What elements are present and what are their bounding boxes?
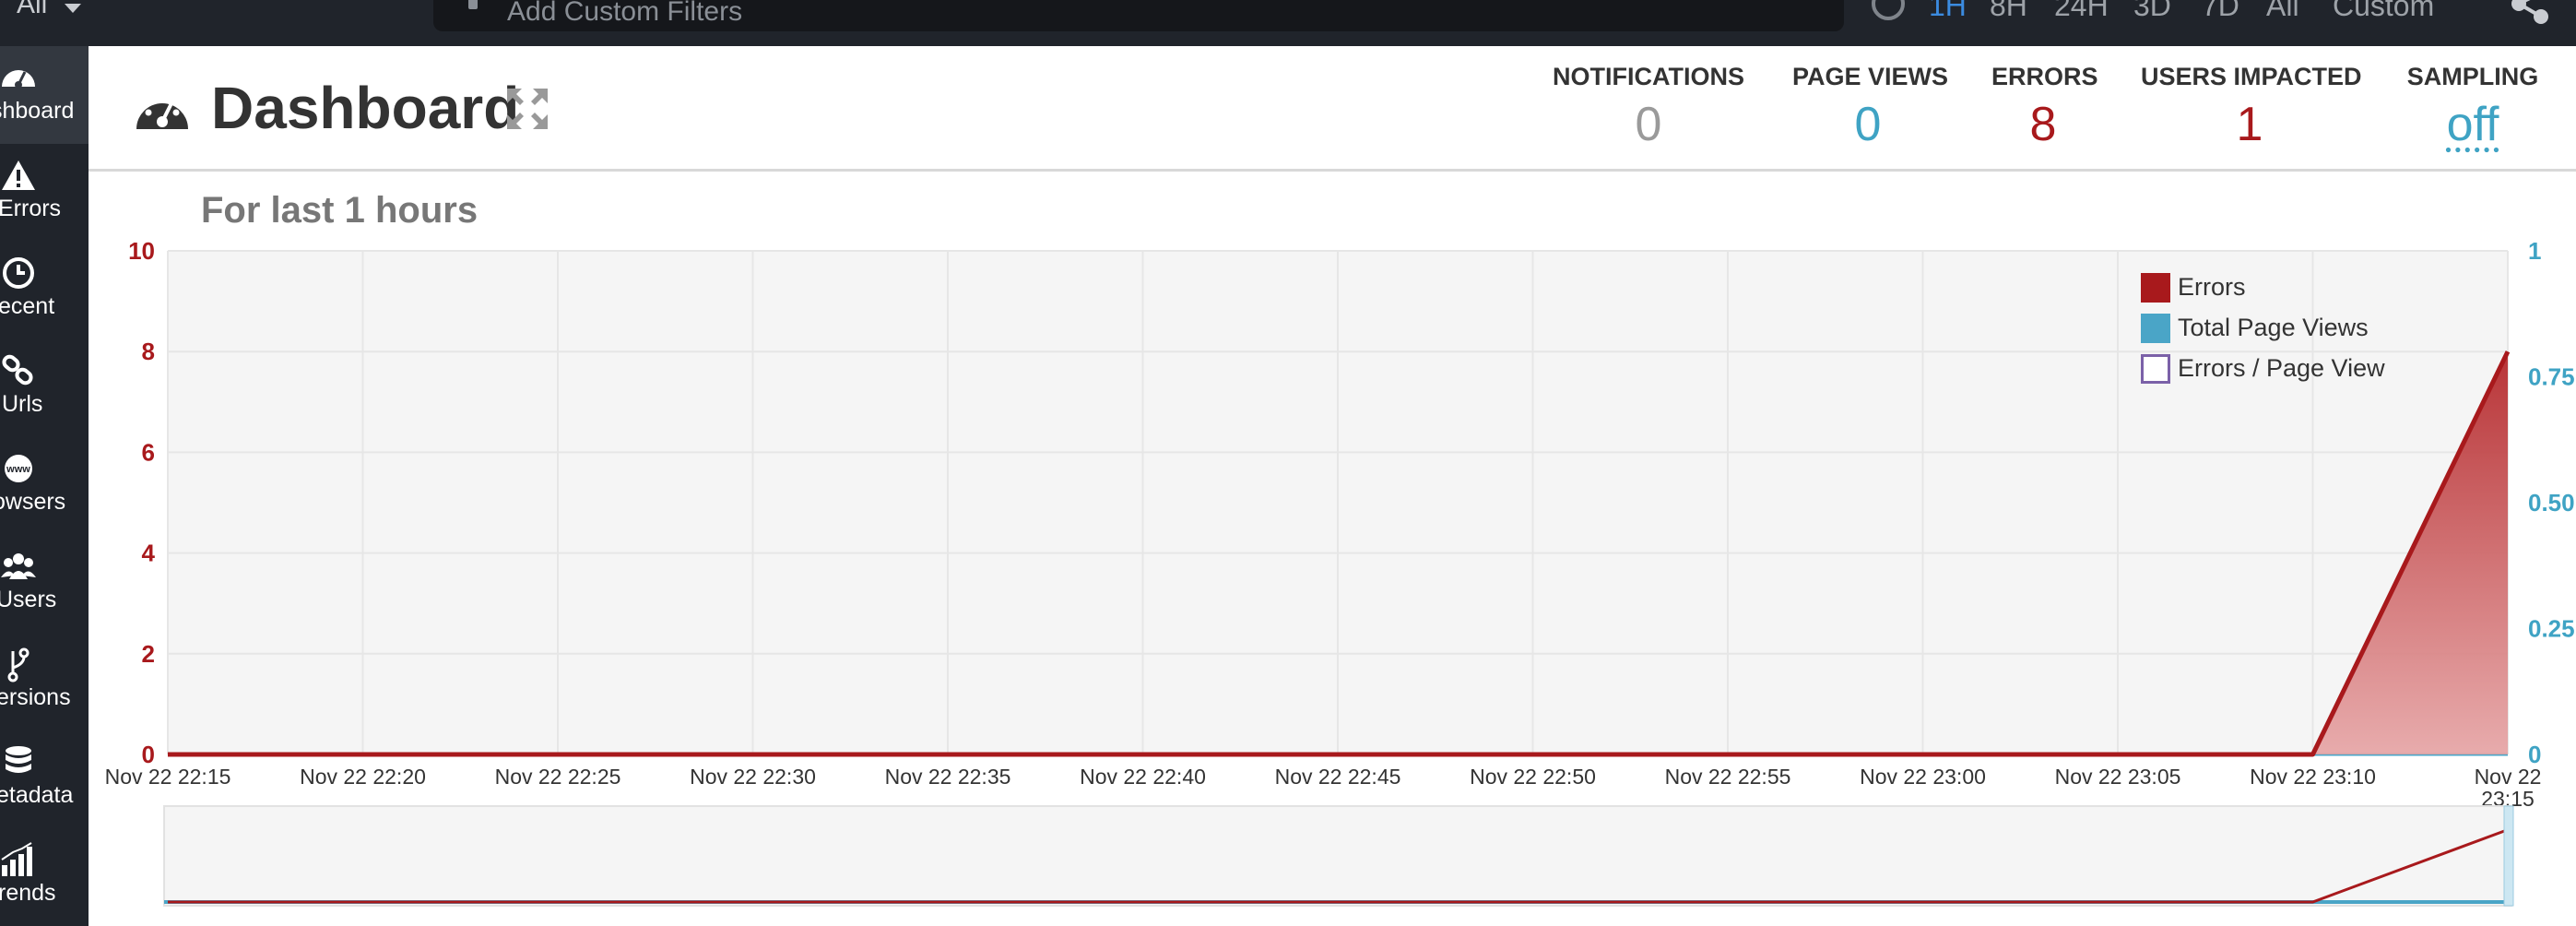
- expand-icon[interactable]: [505, 87, 549, 131]
- filter-icon: [468, 0, 478, 9]
- stat-label: SAMPLING: [2406, 63, 2539, 90]
- stat-value: 0: [1635, 98, 1662, 151]
- sidebar-item-users[interactable]: Users: [0, 535, 89, 633]
- sidebar-item-trends[interactable]: rends: [0, 828, 89, 926]
- legend-label: Total Page Views: [2178, 314, 2369, 341]
- warning-icon: [2, 160, 35, 190]
- legend-label: Errors: [2178, 273, 2246, 301]
- sidebar-item-versions[interactable]: ersions: [0, 633, 89, 730]
- sidebar-item-urls[interactable]: Urls: [0, 339, 89, 437]
- dashboard-icon: [2, 70, 35, 89]
- clock-icon: [3, 257, 34, 289]
- stat-label: PAGE VIEWS: [1792, 63, 1949, 90]
- x-tick-label: Nov 22 22:50: [1470, 765, 1596, 789]
- y-right-tick-label: 0.50: [2528, 489, 2575, 516]
- stat-notifications: NOTIFICATIONS 0: [1553, 63, 1744, 152]
- y-right-tick-label: 0.25: [2528, 615, 2575, 643]
- top-bar: All Add Custom Filters 1H 8H 24H 3D 7D A…: [0, 0, 2576, 46]
- y-left-tick-label: 4: [142, 540, 156, 567]
- custom-filter-input[interactable]: Add Custom Filters: [433, 0, 1844, 31]
- sidebar-item-label: shboard: [0, 98, 75, 124]
- sampling-toggle[interactable]: off: [2405, 97, 2541, 152]
- navigator-handle: [2503, 805, 2514, 907]
- chevron-down-icon[interactable]: [65, 4, 81, 13]
- x-tick-label: Nov 22 22:40: [1080, 765, 1206, 789]
- x-tick-label: Nov 22 22:15: [105, 765, 231, 789]
- environment-select[interactable]: All: [17, 0, 47, 20]
- time-range-8h[interactable]: 8H: [1990, 0, 2027, 23]
- trends-icon: [1, 842, 32, 876]
- x-tick-label: Nov 22 22:20: [300, 765, 426, 789]
- stat-users-impacted: USERS IMPACTED 1: [2141, 63, 2362, 152]
- stat-label: NOTIFICATIONS: [1553, 63, 1744, 90]
- sidebar-item-label: Urls: [2, 391, 43, 417]
- y-right-tick-label: 1: [2528, 237, 2541, 265]
- stat-page-views: PAGE VIEWS 0: [1792, 63, 1949, 152]
- legend-swatch: [2141, 314, 2170, 343]
- time-range-1h[interactable]: 1H: [1929, 0, 1967, 23]
- x-tick-label: Nov 22 22:55: [1665, 765, 1791, 789]
- branch-icon: [7, 647, 30, 683]
- sidebar-item-label: ecent: [0, 293, 55, 319]
- time-range-all[interactable]: All: [2266, 0, 2299, 23]
- www-icon: www: [5, 455, 32, 482]
- svg-text:www: www: [6, 464, 30, 475]
- share-icon[interactable]: [2506, 0, 2552, 26]
- sidebar-item-dashboard[interactable]: shboard: [0, 46, 89, 144]
- y-left-tick-label: 8: [142, 338, 155, 365]
- sidebar-item-label: owsers: [0, 489, 66, 515]
- time-range-custom[interactable]: Custom: [2333, 0, 2434, 23]
- users-icon: [1, 553, 36, 579]
- y-left-tick-label: 10: [128, 237, 155, 265]
- y-left-tick-label: 2: [142, 640, 155, 668]
- y-left-tick-label: 6: [142, 438, 155, 466]
- navigator-background: [163, 805, 2512, 907]
- legend-label: Errors / Page View: [2178, 354, 2385, 382]
- sidebar-item-browsers[interactable]: www owsers: [0, 437, 89, 535]
- sidebar-item-recent[interactable]: ecent: [0, 242, 89, 339]
- stat-errors: ERRORS 8: [1991, 63, 2098, 152]
- stat-value: 8: [2029, 98, 2057, 151]
- x-tick-label: Nov 22 22:25: [495, 765, 621, 789]
- x-tick-label: Nov 22 22:35: [885, 765, 1011, 789]
- x-tick-label: Nov 22 22:30: [690, 765, 816, 789]
- sidebar-item-label: rends: [0, 880, 56, 906]
- stat-value: 0: [1854, 98, 1882, 151]
- dashboard-icon: [136, 91, 188, 129]
- filter-placeholder: Add Custom Filters: [507, 0, 743, 27]
- legend-swatch: [2141, 354, 2170, 384]
- link-icon: [2, 354, 33, 386]
- stat-label: ERRORS: [1991, 63, 2098, 90]
- sidebar-item-metadata[interactable]: etadata: [0, 730, 89, 828]
- sidebar-item-label: ersions: [0, 684, 71, 710]
- x-tick-label: Nov 22: [2475, 765, 2542, 789]
- x-tick-label: Nov 22 23:05: [2055, 765, 2181, 789]
- stat-value: 1: [2236, 98, 2263, 151]
- sidebar-item-errors[interactable]: Errors: [0, 144, 89, 242]
- sidebar-item-label: Errors: [0, 196, 62, 221]
- legend-swatch: [2141, 273, 2170, 303]
- x-tick-label: Nov 22 23:10: [2250, 765, 2376, 789]
- database-icon: [6, 746, 31, 773]
- clock-icon: [1872, 0, 1905, 20]
- time-range-3d[interactable]: 3D: [2133, 0, 2171, 23]
- time-range-7d[interactable]: 7D: [2202, 0, 2239, 23]
- time-range-24h[interactable]: 24H: [2054, 0, 2109, 23]
- sidebar-item-label: Users: [0, 587, 57, 612]
- sidebar-item-label: etadata: [0, 782, 74, 808]
- x-tick-label: Nov 22 23:00: [1860, 765, 1986, 789]
- page-title: Dashboard: [211, 75, 520, 141]
- stat-label: USERS IMPACTED: [2141, 63, 2362, 90]
- sidebar: shboard Errors ecent Urls www owsers: [0, 46, 89, 926]
- stat-sampling: SAMPLING off: [2405, 63, 2541, 152]
- header-divider: [89, 169, 2576, 172]
- y-right-tick-label: 0.75: [2528, 363, 2575, 391]
- x-tick-label: Nov 22 22:45: [1275, 765, 1401, 789]
